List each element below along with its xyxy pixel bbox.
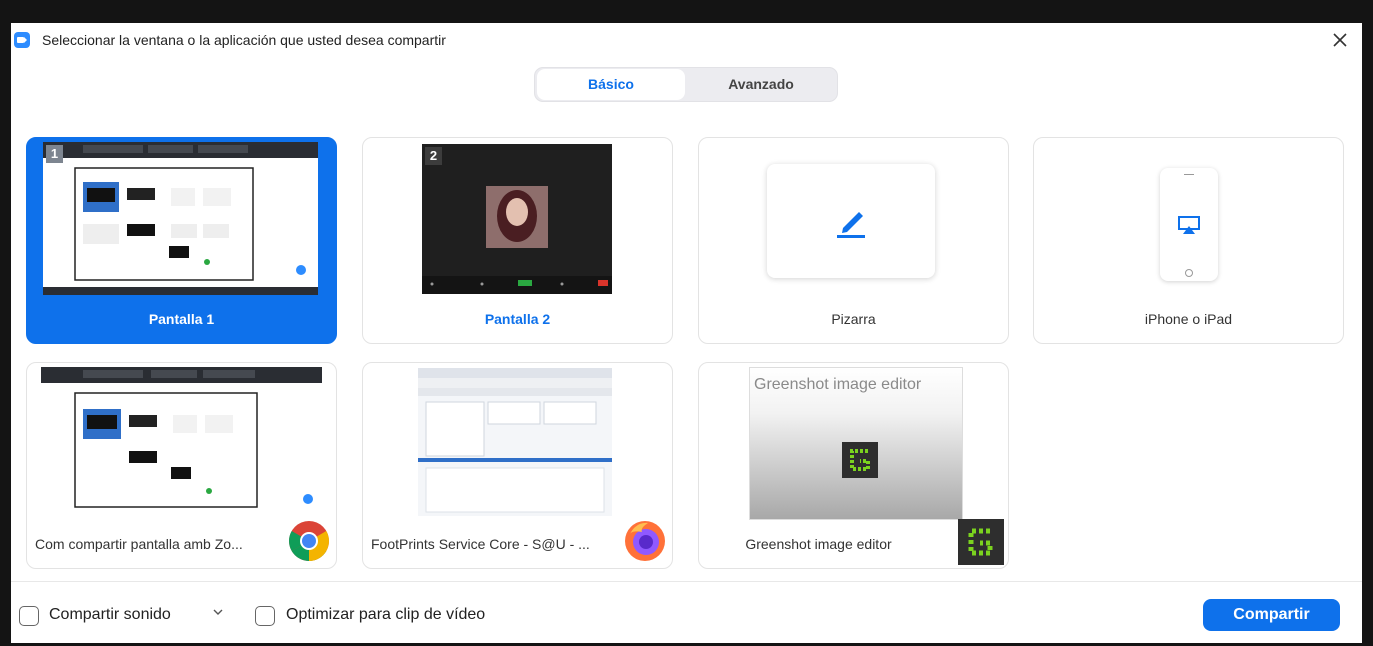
- card-label: FootPrints Service Core - S@U - ...: [371, 536, 590, 552]
- greenshot-window-thumbnail: Greenshot image editor: [749, 367, 963, 520]
- card-label: Com compartir pantalla amb Zo...: [35, 536, 243, 552]
- share-screen-dialog: Seleccionar la ventana o la aplicación q…: [11, 23, 1362, 643]
- card-label: Pizarra: [831, 311, 876, 327]
- share-option-pizarra[interactable]: Pizarra: [698, 137, 1009, 344]
- chrome-icon: [289, 521, 329, 561]
- tab-switcher: Básico Avanzado: [534, 67, 838, 102]
- greenshot-icon: [958, 519, 1004, 565]
- share-option-greenshot-window[interactable]: Greenshot image editor Greenshot image e…: [698, 362, 1009, 569]
- firefox-icon: [625, 521, 665, 561]
- chrome-window-thumbnail: [41, 367, 322, 515]
- share-sound-checkbox[interactable]: [19, 606, 39, 626]
- tab-basico[interactable]: Básico: [537, 69, 685, 100]
- screen-number-badge: 2: [425, 147, 442, 165]
- dialog-title: Seleccionar la ventana o la aplicación q…: [42, 32, 446, 48]
- optimize-video-checkbox[interactable]: [255, 606, 275, 626]
- greenshot-thumb-title: Greenshot image editor: [754, 376, 922, 393]
- greenshot-logo-icon: [842, 442, 878, 478]
- iphone-preview: [1160, 168, 1218, 281]
- card-label: Greenshot image editor: [745, 536, 892, 552]
- bottom-options-bar: Compartir sonido Optimizar para clip de …: [11, 581, 1362, 643]
- share-option-iphone-ipad[interactable]: iPhone o iPad: [1033, 137, 1344, 344]
- card-label: Pantalla 1: [148, 311, 215, 327]
- share-sound-label[interactable]: Compartir sonido: [49, 606, 171, 624]
- screen-number-badge: 1: [46, 145, 63, 163]
- title-bar: Seleccionar la ventana o la aplicación q…: [11, 23, 1362, 57]
- card-label: iPhone o iPad: [1144, 311, 1233, 327]
- pencil-icon: [837, 212, 865, 238]
- airplay-icon: [1178, 216, 1200, 234]
- zoom-app-icon: [14, 32, 30, 48]
- tab-avanzado[interactable]: Avanzado: [687, 69, 835, 100]
- share-button[interactable]: Compartir: [1203, 599, 1340, 631]
- screen-2-thumbnail: 2: [422, 144, 612, 294]
- screen-1-thumbnail: 1: [43, 142, 318, 295]
- share-option-pantalla-2[interactable]: 2 Pantalla 2: [362, 137, 673, 344]
- firefox-window-thumbnail: [418, 368, 612, 516]
- close-icon[interactable]: [1328, 28, 1352, 52]
- whiteboard-preview: [767, 164, 935, 278]
- optimize-video-label[interactable]: Optimizar para clip de vídeo: [286, 606, 485, 624]
- share-option-pantalla-1[interactable]: 1 Pantalla 1: [26, 137, 337, 344]
- card-label: Pantalla 2: [484, 311, 551, 327]
- share-option-chrome-window[interactable]: Com compartir pantalla amb Zo...: [26, 362, 337, 569]
- share-option-firefox-window[interactable]: FootPrints Service Core - S@U - ...: [362, 362, 673, 569]
- chevron-down-icon[interactable]: [212, 608, 224, 616]
